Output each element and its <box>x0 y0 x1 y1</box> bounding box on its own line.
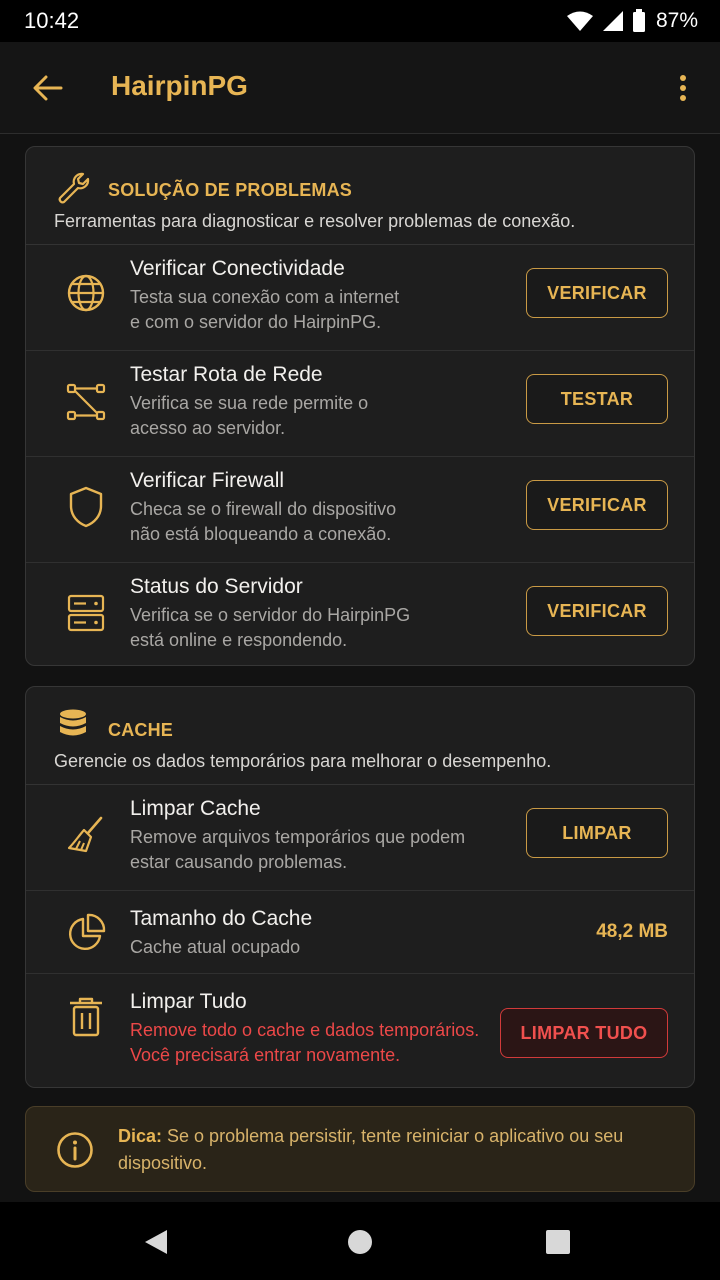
shield-icon <box>69 486 103 528</box>
wrench-icon <box>58 172 90 204</box>
row-description-warning: Remove todo o cache e dados temporários.… <box>130 1020 480 1065</box>
troubleshoot-header: SOLUÇÃO DE PROBLEMAS Ferramentas para di… <box>26 147 694 245</box>
globe-icon <box>67 274 105 312</box>
battery-percent: 87% <box>655 9 698 32</box>
wifi-icon <box>566 11 593 31</box>
app-bar: HairpinPG <box>0 42 720 134</box>
battery-icon <box>632 9 645 32</box>
troubleshoot-subtitle: Ferramentas para diagnosticar e resolver… <box>54 211 576 231</box>
status-icons: 87% <box>566 9 698 33</box>
cache-size-value: 48,2 MB <box>596 921 668 942</box>
verify-connectivity-button[interactable]: VERIFICAR <box>526 268 668 318</box>
app-title: HairpinPG <box>111 70 248 101</box>
cache-subtitle: Gerencie os dados temporários para melho… <box>54 751 552 771</box>
tip-banner: Dica: Se o problema persistir, tente rei… <box>25 1106 695 1192</box>
row-description: Testa sua conexão com a internet e com o… <box>130 287 400 332</box>
row-title: Limpar Cache <box>130 797 261 820</box>
content: SOLUÇÃO DE PROBLEMAS Ferramentas para di… <box>0 134 720 1202</box>
cache-title: CACHE <box>108 720 174 740</box>
row-check-connectivity: Verificar Conectividade Testa sua conexã… <box>26 245 694 351</box>
info-icon <box>57 1132 93 1168</box>
database-icon <box>60 709 86 736</box>
pie-chart-icon <box>68 913 106 951</box>
cache-header: CACHE Gerencie os dados temporários para… <box>26 687 694 785</box>
clear-all-button[interactable]: LIMPAR TUDO <box>500 1008 668 1058</box>
row-description: Cache atual ocupado <box>130 937 301 957</box>
row-test-route: Testar Rota de Rede Verifica se sua rede… <box>26 351 694 457</box>
cache-card: CACHE Gerencie os dados temporários para… <box>25 686 695 1088</box>
server-icon <box>67 594 105 632</box>
back-button[interactable] <box>28 68 68 108</box>
nav-home-button[interactable] <box>340 1222 380 1262</box>
overflow-menu-button[interactable] <box>668 68 698 108</box>
clear-cache-button[interactable]: LIMPAR <box>526 808 668 858</box>
verify-server-button[interactable]: VERIFICAR <box>526 586 668 636</box>
troubleshoot-card: SOLUÇÃO DE PROBLEMAS Ferramentas para di… <box>25 146 695 666</box>
triangle-back-icon <box>145 1230 167 1254</box>
row-title: Verificar Firewall <box>130 469 285 492</box>
row-clear-all: Limpar Tudo Remove todo o cache e dados … <box>26 974 694 1087</box>
row-title: Verificar Conectividade <box>130 257 345 280</box>
square-recents-icon <box>546 1230 570 1254</box>
row-description: Checa se o firewall do dispositivo não e… <box>130 499 397 544</box>
trash-icon <box>70 997 102 1037</box>
nav-back-button[interactable] <box>136 1222 176 1262</box>
row-title: Limpar Tudo <box>130 990 247 1013</box>
cell-signal-icon <box>602 11 623 31</box>
row-check-firewall: Verificar Firewall Checa se o firewall d… <box>26 457 694 563</box>
row-cache-size: Tamanho do Cache Cache atual ocupado 48,… <box>26 891 694 974</box>
circle-home-icon <box>348 1230 372 1254</box>
verify-firewall-button[interactable]: VERIFICAR <box>526 480 668 530</box>
troubleshoot-title: SOLUÇÃO DE PROBLEMAS <box>108 180 353 200</box>
row-description: Remove arquivos temporários que podem es… <box>130 827 466 872</box>
broom-icon <box>67 816 103 853</box>
status-bar: 10:42 87% <box>0 0 720 42</box>
nav-recents-button[interactable] <box>538 1222 578 1262</box>
row-title: Tamanho do Cache <box>130 907 313 930</box>
row-clear-cache: Limpar Cache Remove arquivos temporários… <box>26 785 694 891</box>
network-route-icon <box>66 383 106 421</box>
arrow-left-icon <box>33 75 63 101</box>
row-title: Status do Servidor <box>130 575 303 598</box>
row-description: Verifica se o servidor do HairpinPG está… <box>130 605 411 650</box>
row-description: Verifica se sua rede permite o acesso ao… <box>130 393 369 438</box>
system-nav-bar <box>0 1202 720 1280</box>
more-vert-icon <box>680 75 686 101</box>
test-route-button[interactable]: TESTAR <box>526 374 668 424</box>
row-title: Testar Rota de Rede <box>130 363 323 386</box>
row-server-status: Status do Servidor Verifica se o servido… <box>26 563 694 665</box>
tip-text: Dica: Se o problema persistir, tente rei… <box>118 1126 624 1173</box>
status-time: 10:42 <box>24 8 80 33</box>
